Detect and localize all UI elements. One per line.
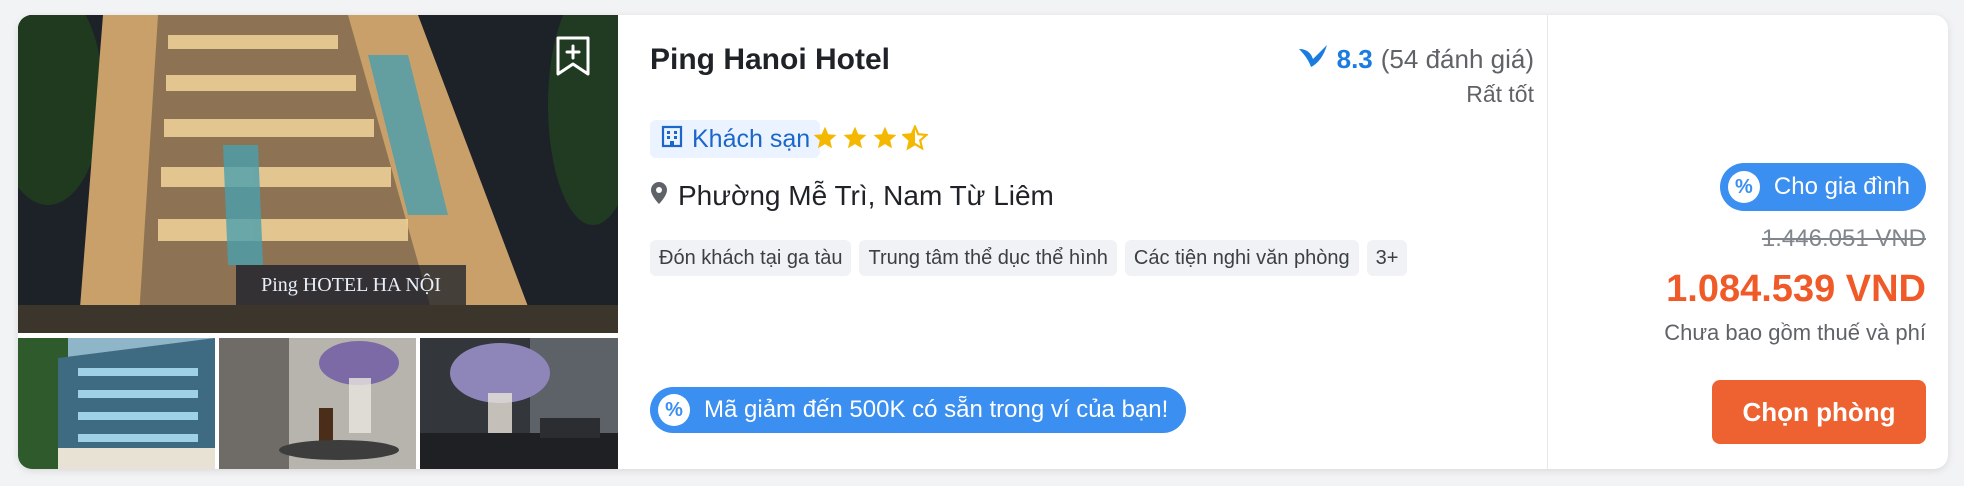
- hotel-card[interactable]: Ping HOTEL HA NỘI Ping Hanoi Hotel 8.3 (…: [18, 15, 1948, 469]
- review-count: (54 đánh giá): [1380, 44, 1534, 74]
- voucher-promo-banner[interactable]: % Mã giảm đến 500K có sẵn trong ví của b…: [650, 387, 1187, 433]
- bird-icon: [1297, 43, 1329, 76]
- percent-icon: %: [658, 394, 690, 426]
- promo-text: Mã giảm đến 500K có sẵn trong ví của bạn…: [704, 396, 1169, 423]
- price-panel: % Cho gia đình 1.446.051 VND 1.084.539 V…: [1548, 15, 1948, 469]
- hotel-name[interactable]: Ping Hanoi Hotel: [650, 43, 890, 77]
- star-icon: [902, 125, 928, 151]
- more-facilities-tag[interactable]: 3+: [1366, 240, 1408, 276]
- hotel-info: Ping Hanoi Hotel 8.3 (54 đánh giá) Rất t…: [618, 15, 1534, 469]
- thumbnail-strip: [18, 338, 618, 469]
- family-badge-label: Cho gia đình: [1773, 173, 1910, 200]
- rating-label: Rất tốt: [1466, 81, 1534, 107]
- star-icon: [873, 126, 897, 149]
- location-text: Phường Mễ Trì, Nam Từ Liêm: [678, 180, 1054, 211]
- percent-icon: %: [1727, 171, 1760, 203]
- tax-note: Chưa bao gồm thuế và phí: [1664, 320, 1926, 345]
- facility-tag: Đón khách tại ga tàu: [650, 240, 852, 276]
- hotel-type-label: Khách sạn: [692, 124, 811, 153]
- location-pin-icon: [650, 180, 668, 212]
- bookmark-add-icon[interactable]: [555, 35, 591, 77]
- star-icon: [843, 126, 867, 149]
- photo-gallery[interactable]: Ping HOTEL HA NỘI: [18, 15, 618, 469]
- choose-room-button[interactable]: Chọn phòng: [1712, 380, 1926, 444]
- thumbnail-3[interactable]: [420, 338, 618, 469]
- star-rating: [812, 125, 928, 151]
- thumbnail-2[interactable]: [219, 338, 416, 469]
- thumbnail-1[interactable]: [18, 338, 215, 469]
- location[interactable]: Phường Mễ Trì, Nam Từ Liêm: [650, 180, 1054, 212]
- facility-tag: Các tiện nghi văn phòng: [1124, 240, 1359, 276]
- facility-tag: Trung tâm thể dục thể hình: [859, 240, 1117, 276]
- original-price: 1.446.051 VND: [1761, 225, 1926, 252]
- building-icon: [660, 124, 684, 155]
- rating-summary: 8.3 (54 đánh giá): [1297, 43, 1534, 76]
- facility-tags: Đón khách tại ga tàu Trung tâm thể dục t…: [650, 240, 1408, 276]
- rating-score: 8.3: [1336, 44, 1373, 74]
- star-icon: [813, 126, 837, 149]
- family-deal-badge: % Cho gia đình: [1719, 163, 1926, 211]
- discounted-price: 1.084.539 VND: [1666, 268, 1926, 310]
- main-hotel-photo[interactable]: Ping HOTEL HA NỘI: [18, 15, 618, 333]
- hotel-type-badge: Khách sạn: [650, 120, 821, 158]
- hotel-sign: Ping HOTEL HA NỘI: [261, 272, 441, 296]
